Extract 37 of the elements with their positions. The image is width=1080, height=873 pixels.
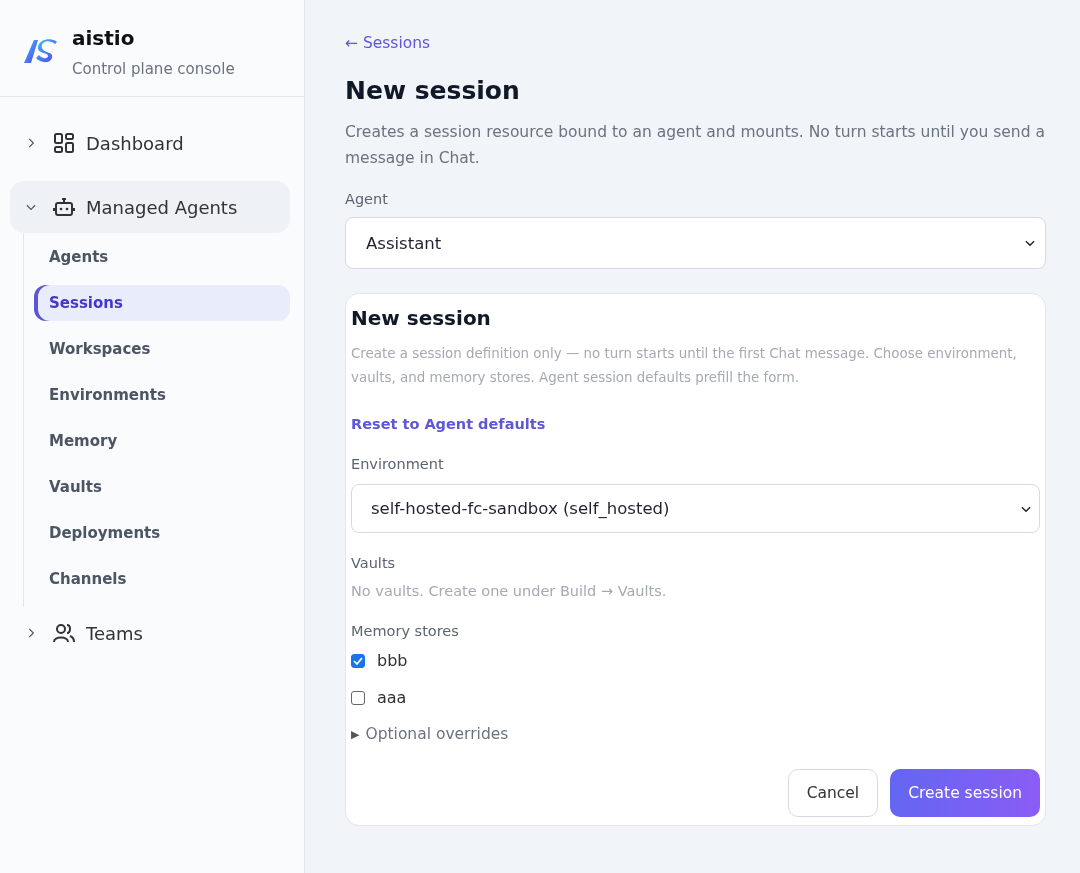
card-title: New session (351, 306, 492, 330)
field-label: Agent (345, 191, 389, 207)
people-icon (52, 621, 76, 645)
field-label: Vaults (351, 555, 397, 571)
nav-item[interactable]: Vaults (34, 469, 290, 505)
logo-icon (22, 36, 58, 66)
page-title: New session (345, 76, 521, 105)
nav-group-item[interactable]: Dashboard (10, 117, 290, 169)
disclosure-toggle[interactable]: ▶ Optional overrides (351, 725, 1040, 743)
create-button[interactable]: Create session (890, 769, 1040, 817)
field-label: Environment (351, 456, 445, 472)
nav-group-item[interactable]: Managed Agents (10, 181, 290, 233)
field-label: Memory stores (351, 623, 460, 639)
nav-item[interactable]: Environments (34, 377, 290, 413)
checkbox-label: aaa (377, 688, 407, 707)
app-subtitle: Control plane console (72, 60, 235, 78)
select-field[interactable]: self-hosted-fc-sandbox (self_hosted) (351, 484, 1040, 533)
select-field[interactable]: Assistant (345, 217, 1046, 269)
checkbox-label: bbb (377, 651, 408, 670)
empty-text: No vaults. Create one under Build → Vaults. (351, 583, 668, 599)
nav-item[interactable]: Memory (34, 423, 290, 459)
checkbox[interactable] (351, 653, 365, 668)
reset-link[interactable]: Reset to Agent defaults (351, 416, 1040, 432)
back-link[interactable]: ← Sessions (345, 34, 1046, 52)
nav-item[interactable]: Workspaces (34, 331, 290, 367)
nav-item[interactable]: Sessions (34, 285, 290, 321)
robot-icon (52, 195, 76, 219)
nav-item[interactable]: Deployments (34, 515, 290, 551)
checkbox[interactable] (351, 690, 365, 705)
nav-item[interactable]: Channels (34, 561, 290, 597)
nav-group-item[interactable]: Teams (10, 607, 290, 659)
dashboard-icon (52, 131, 76, 155)
nav-item[interactable]: Agents (34, 239, 290, 275)
page-description: Creates a session resource bound to an agent and mounts. No turn starts until you send a message in Chat. (345, 122, 1046, 169)
cancel-button[interactable]: Cancel (787, 769, 879, 817)
app-name: aistio (72, 26, 136, 50)
card-description: Create a session definition only — no turn starts until the first Chat message. Choose environment, vaults, and memory stores. Agent session defaults prefill the form. (351, 345, 1018, 387)
